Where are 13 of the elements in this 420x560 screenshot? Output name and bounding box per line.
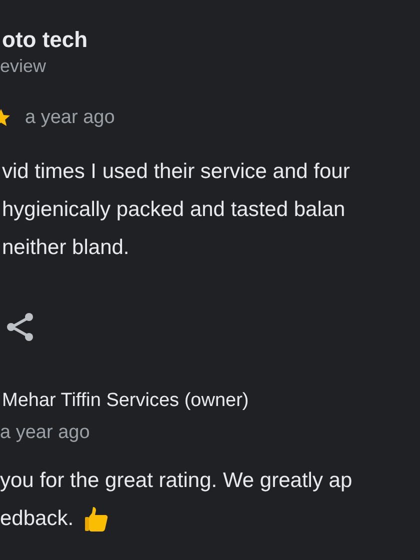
reply-text: edback. bbox=[0, 506, 74, 532]
reply-text: you for the great rating. We greatly ap bbox=[0, 468, 352, 494]
thumbs-up-icon bbox=[84, 504, 110, 532]
reply-time: a year ago bbox=[0, 421, 91, 445]
review-time: a year ago bbox=[25, 106, 115, 130]
review-text: hygienically packed and tasted balan bbox=[2, 196, 346, 222]
author-name: oto tech bbox=[2, 26, 89, 54]
author-meta: eview bbox=[0, 55, 48, 78]
review-text: neither bland. bbox=[2, 234, 130, 260]
owner-name: Mehar Tiffin Services (owner) bbox=[2, 388, 250, 412]
star-icon bbox=[0, 108, 11, 128]
review-text: vid times I used their service and four bbox=[2, 158, 351, 184]
share-icon[interactable] bbox=[6, 310, 36, 342]
